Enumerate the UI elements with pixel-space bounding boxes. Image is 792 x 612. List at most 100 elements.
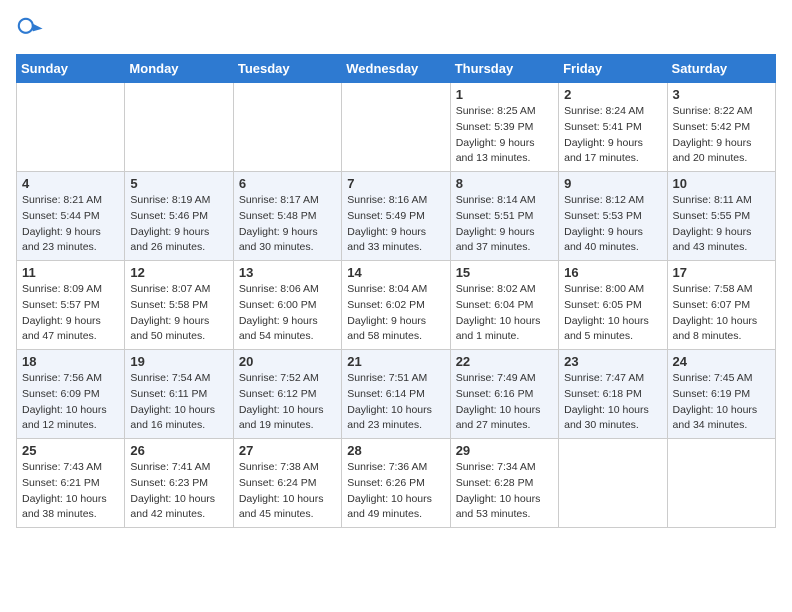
calendar-cell: 29 Sunrise: 7:34 AM Sunset: 6:28 PM Dayli… [450,439,558,528]
day-number: 17 [673,265,770,280]
calendar-cell: 12Sunrise: 8:07 AM Sunset: 5:58 PM Dayli… [125,261,233,350]
day-number: 1 [456,87,553,102]
logo [16,16,48,44]
calendar-cell: 27Sunrise: 7:38 AM Sunset: 6:24 PM Dayli… [233,439,341,528]
day-number: 22 [456,354,553,369]
calendar-cell [559,439,667,528]
day-info: Sunrise: 7:38 AM Sunset: 6:24 PM Dayligh… [239,460,336,523]
day-info: Sunrise: 8:24 AM Sunset: 5:41 PM Dayligh… [564,104,661,167]
day-number: 6 [239,176,336,191]
day-number: 18 [22,354,119,369]
calendar-cell: 26 Sunrise: 7:41 AM Sunset: 6:23 PM Dayli… [125,439,233,528]
day-info: Sunrise: 7:36 AM Sunset: 6:26 PM Dayligh… [347,460,444,523]
day-number: 13 [239,265,336,280]
calendar-cell: 15 Sunrise: 8:02 AM Sunset: 6:04 PM Dayli… [450,261,558,350]
calendar-cell: 22 Sunrise: 7:49 AM Sunset: 6:16 PM Dayli… [450,350,558,439]
calendar-cell: 6 Sunrise: 8:17 AM Sunset: 5:48 PM Daylig… [233,172,341,261]
calendar-table: SundayMondayTuesdayWednesdayThursdayFrid… [16,54,776,528]
calendar-cell: 8 Sunrise: 8:14 AM Sunset: 5:51 PM Daylig… [450,172,558,261]
day-number: 3 [673,87,770,102]
calendar-cell: 4 Sunrise: 8:21 AM Sunset: 5:44 PM Daylig… [17,172,125,261]
day-number: 12 [130,265,227,280]
calendar-cell [125,83,233,172]
calendar-cell: 21 Sunrise: 7:51 AM Sunset: 6:14 PM Dayli… [342,350,450,439]
day-info: Sunrise: 7:41 AM Sunset: 6:23 PM Dayligh… [130,460,227,523]
day-info: Sunrise: 8:06 AM Sunset: 6:00 PM Dayligh… [239,282,336,345]
calendar-cell [17,83,125,172]
calendar-cell [233,83,341,172]
day-number: 11 [22,265,119,280]
calendar-cell: 20 Sunrise: 7:52 AM Sunset: 6:12 PM Dayli… [233,350,341,439]
calendar-cell: 10 Sunrise: 8:11 AM Sunset: 5:55 PM Dayli… [667,172,775,261]
day-info: Sunrise: 8:16 AM Sunset: 5:49 PM Dayligh… [347,193,444,256]
day-info: Sunrise: 7:56 AM Sunset: 6:09 PM Dayligh… [22,371,119,434]
calendar-cell: 5 Sunrise: 8:19 AM Sunset: 5:46 PM Daylig… [125,172,233,261]
day-number: 24 [673,354,770,369]
calendar-cell: 23 Sunrise: 7:47 AM Sunset: 6:18 PM Dayli… [559,350,667,439]
day-info: Sunrise: 8:09 AM Sunset: 5:57 PM Dayligh… [22,282,119,345]
day-number: 21 [347,354,444,369]
header [16,16,776,44]
day-number: 16 [564,265,661,280]
weekday-header-saturday: Saturday [667,55,775,83]
weekday-header-friday: Friday [559,55,667,83]
day-number: 8 [456,176,553,191]
day-info: Sunrise: 8:25 AM Sunset: 5:39 PM Dayligh… [456,104,553,167]
day-info: Sunrise: 7:47 AM Sunset: 6:18 PM Dayligh… [564,371,661,434]
day-info: Sunrise: 7:51 AM Sunset: 6:14 PM Dayligh… [347,371,444,434]
calendar-cell: 14 Sunrise: 8:04 AM Sunset: 6:02 PM Dayli… [342,261,450,350]
calendar-cell [342,83,450,172]
day-info: Sunrise: 7:34 AM Sunset: 6:28 PM Dayligh… [456,460,553,523]
calendar-cell: 18 Sunrise: 7:56 AM Sunset: 6:09 PM Dayli… [17,350,125,439]
day-info: Sunrise: 8:19 AM Sunset: 5:46 PM Dayligh… [130,193,227,256]
weekday-header-sunday: Sunday [17,55,125,83]
day-info: Sunrise: 7:54 AM Sunset: 6:11 PM Dayligh… [130,371,227,434]
weekday-header-tuesday: Tuesday [233,55,341,83]
day-info: Sunrise: 7:52 AM Sunset: 6:12 PM Dayligh… [239,371,336,434]
calendar-cell: 1 Sunrise: 8:25 AM Sunset: 5:39 PM Daylig… [450,83,558,172]
day-info: Sunrise: 8:00 AM Sunset: 6:05 PM Dayligh… [564,282,661,345]
day-info: Sunrise: 8:11 AM Sunset: 5:55 PM Dayligh… [673,193,770,256]
day-info: Sunrise: 8:21 AM Sunset: 5:44 PM Dayligh… [22,193,119,256]
day-info: Sunrise: 8:04 AM Sunset: 6:02 PM Dayligh… [347,282,444,345]
day-number: 26 [130,443,227,458]
day-number: 5 [130,176,227,191]
day-info: Sunrise: 8:02 AM Sunset: 6:04 PM Dayligh… [456,282,553,345]
day-info: Sunrise: 8:12 AM Sunset: 5:53 PM Dayligh… [564,193,661,256]
day-info: Sunrise: 8:14 AM Sunset: 5:51 PM Dayligh… [456,193,553,256]
day-number: 9 [564,176,661,191]
day-number: 2 [564,87,661,102]
weekday-header-wednesday: Wednesday [342,55,450,83]
calendar-cell: 25 Sunrise: 7:43 AM Sunset: 6:21 PM Dayli… [17,439,125,528]
day-info: Sunrise: 8:17 AM Sunset: 5:48 PM Dayligh… [239,193,336,256]
calendar-cell: 24 Sunrise: 7:45 AM Sunset: 6:19 PM Dayli… [667,350,775,439]
calendar-cell: 19 Sunrise: 7:54 AM Sunset: 6:11 PM Dayli… [125,350,233,439]
day-info: Sunrise: 7:43 AM Sunset: 6:21 PM Dayligh… [22,460,119,523]
calendar-cell: 13 Sunrise: 8:06 AM Sunset: 6:00 PM Dayli… [233,261,341,350]
day-number: 4 [22,176,119,191]
calendar-cell: 11 Sunrise: 8:09 AM Sunset: 5:57 PM Dayli… [17,261,125,350]
day-info: Sunrise: 7:49 AM Sunset: 6:16 PM Dayligh… [456,371,553,434]
day-number: 25 [22,443,119,458]
calendar-cell: 17 Sunrise: 7:58 AM Sunset: 6:07 PM Dayli… [667,261,775,350]
calendar-cell: 3 Sunrise: 8:22 AM Sunset: 5:42 PM Daylig… [667,83,775,172]
logo-icon [16,16,44,44]
weekday-header-monday: Monday [125,55,233,83]
calendar-cell: 9 Sunrise: 8:12 AM Sunset: 5:53 PM Daylig… [559,172,667,261]
day-number: 7 [347,176,444,191]
day-number: 20 [239,354,336,369]
day-number: 29 [456,443,553,458]
calendar-cell: 28 Sunrise: 7:36 AM Sunset: 6:26 PM Dayli… [342,439,450,528]
day-number: 23 [564,354,661,369]
day-number: 19 [130,354,227,369]
day-number: 14 [347,265,444,280]
day-info: Sunrise: 7:58 AM Sunset: 6:07 PM Dayligh… [673,282,770,345]
calendar-cell: 7 Sunrise: 8:16 AM Sunset: 5:49 PM Daylig… [342,172,450,261]
day-number: 10 [673,176,770,191]
day-number: 28 [347,443,444,458]
weekday-header-thursday: Thursday [450,55,558,83]
day-number: 15 [456,265,553,280]
day-info: Sunrise: 7:45 AM Sunset: 6:19 PM Dayligh… [673,371,770,434]
day-info: Sunrise: 8:22 AM Sunset: 5:42 PM Dayligh… [673,104,770,167]
calendar-cell: 2 Sunrise: 8:24 AM Sunset: 5:41 PM Daylig… [559,83,667,172]
